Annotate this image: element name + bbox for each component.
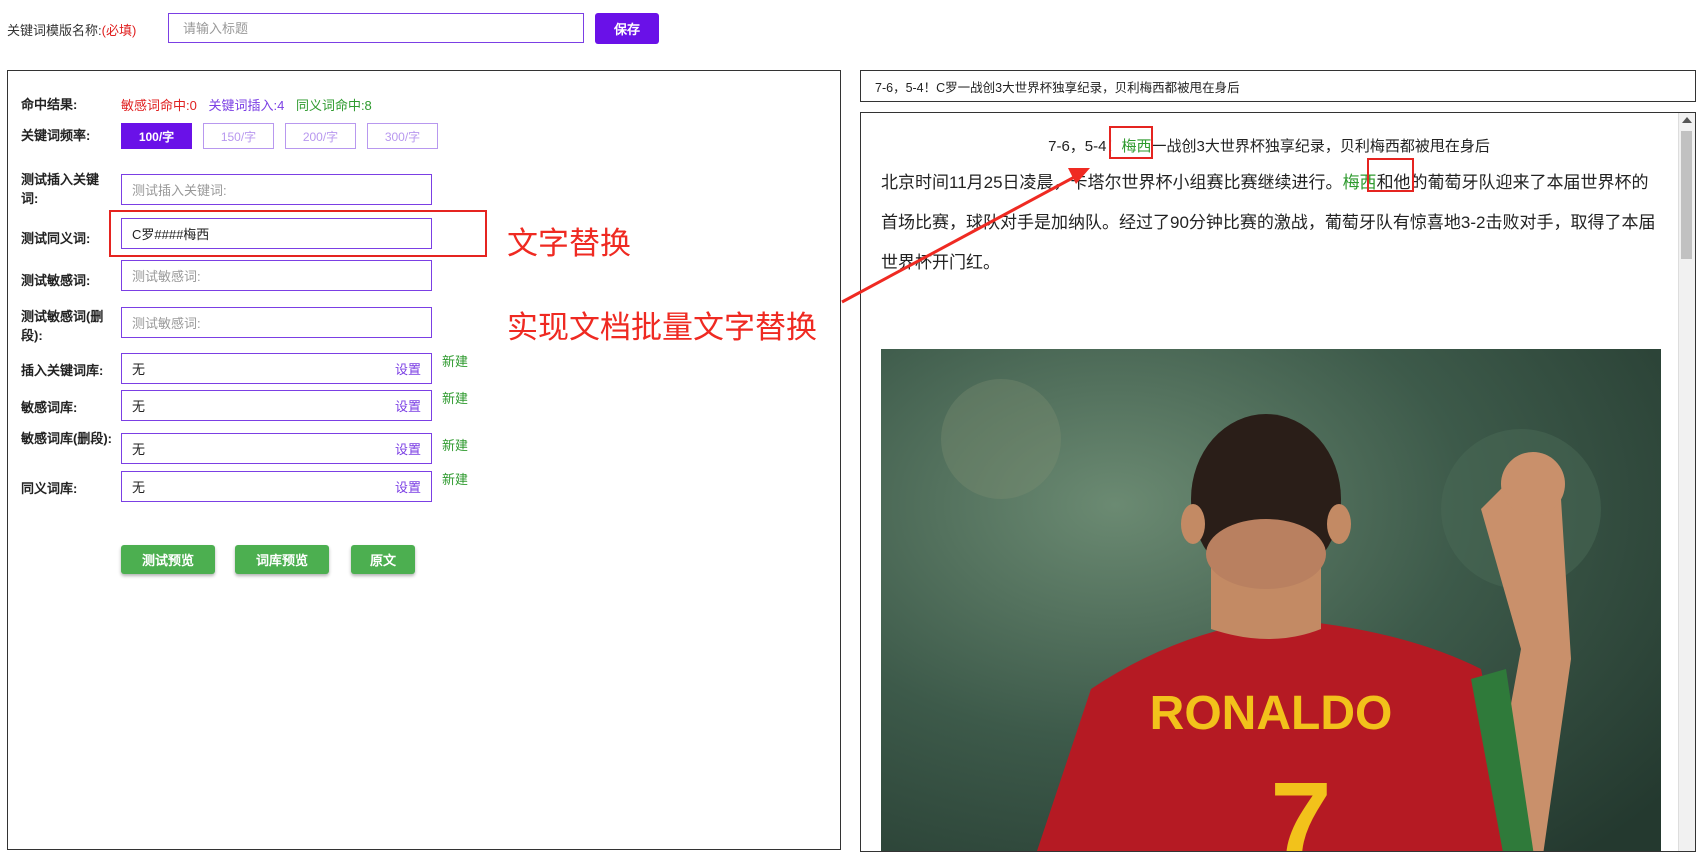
arrow-head-icon	[1068, 168, 1090, 184]
annotation-arrow	[841, 168, 1090, 304]
